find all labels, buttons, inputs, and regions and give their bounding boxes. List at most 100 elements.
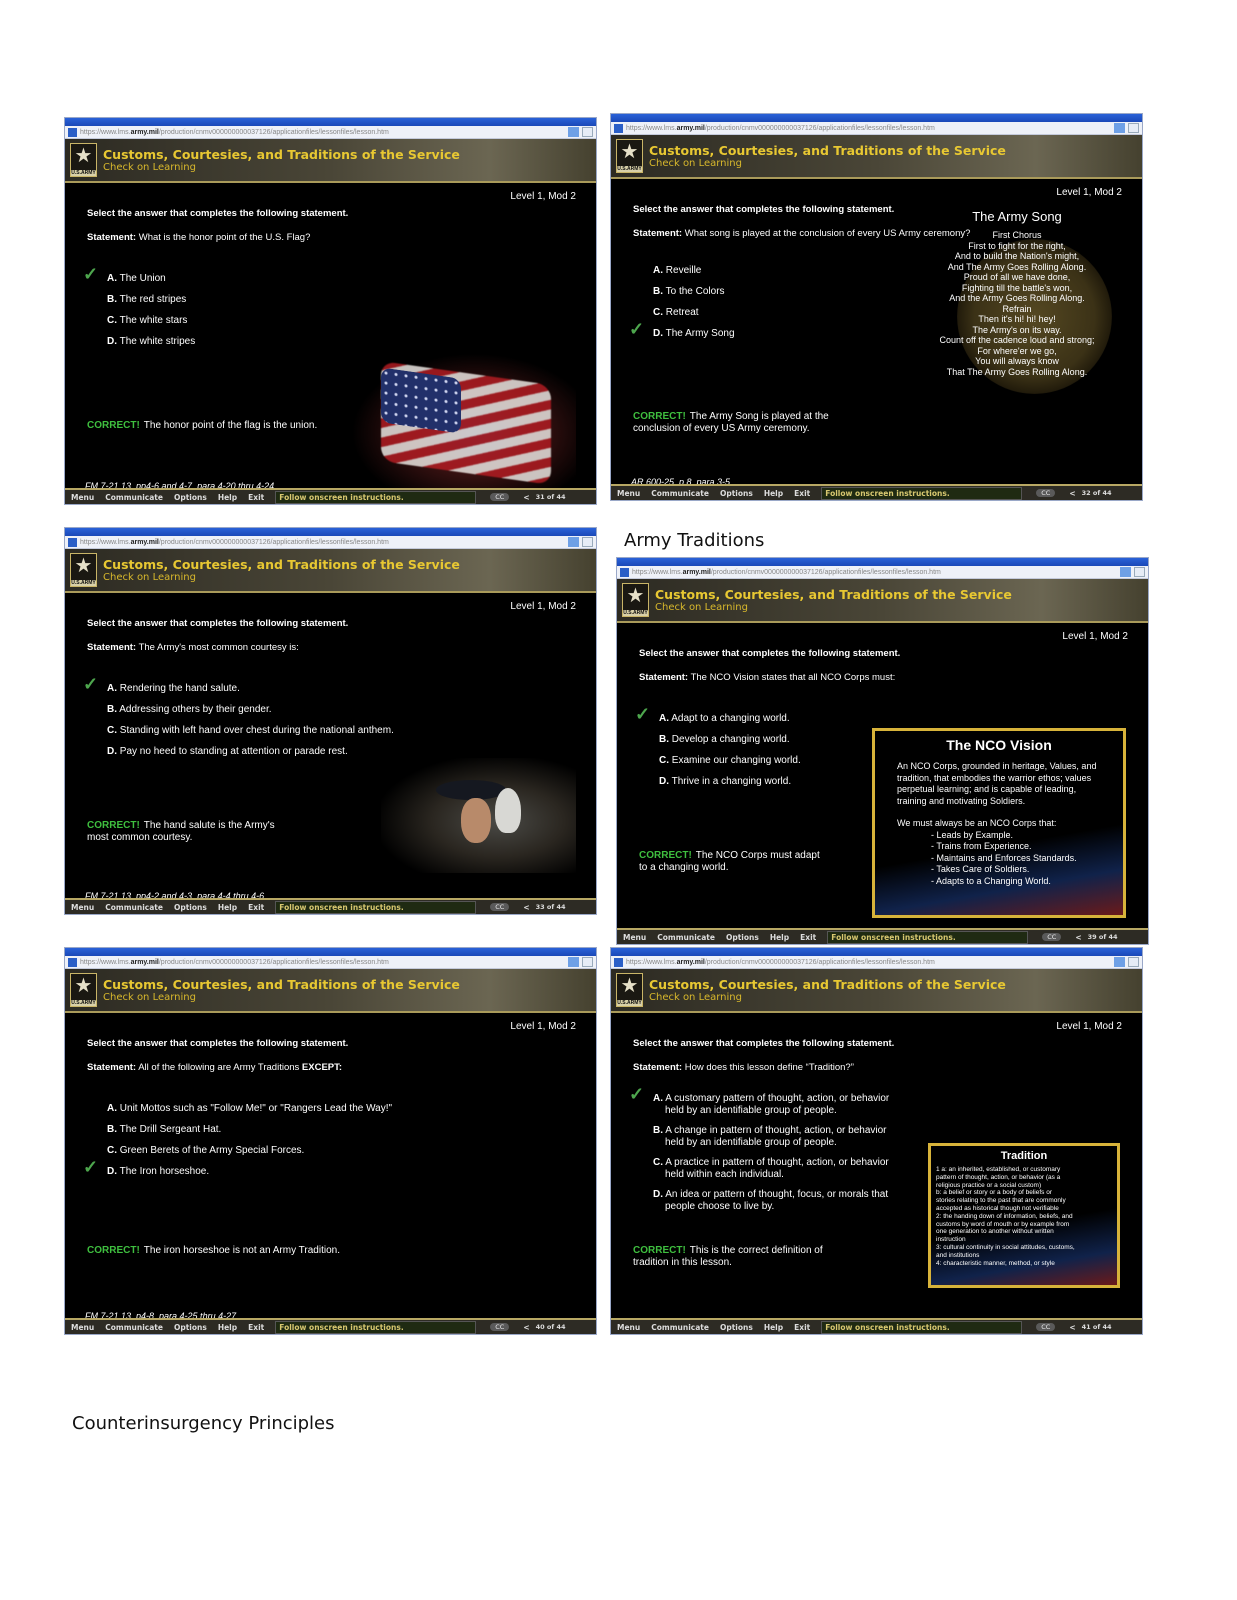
browser-address-bar[interactable]: https://www.lms. army.mil/production/cnmv…	[617, 566, 1148, 579]
exit-button[interactable]: Exit	[800, 933, 816, 942]
options-button[interactable]: Options	[174, 493, 207, 502]
answer-option[interactable]: ✓ A. Rendering the hand salute.	[83, 675, 394, 695]
options-button[interactable]: Options	[726, 933, 759, 942]
section-title: Check on Learning	[655, 602, 748, 613]
answer-option[interactable]: C. Retreat	[653, 307, 735, 319]
answer-option[interactable]: ✓ D. The Army Song	[629, 320, 735, 340]
answer-option[interactable]: A. Unit Mottos such as "Follow Me!" or "…	[107, 1103, 392, 1115]
options-button[interactable]: Options	[720, 489, 753, 498]
checkmark-icon: ✓	[629, 1084, 645, 1104]
answer-option[interactable]: B. The Drill Sergeant Hat.	[107, 1124, 392, 1136]
closed-caption-toggle[interactable]: CC	[490, 903, 510, 911]
refresh-icon[interactable]	[1134, 567, 1145, 577]
option-letter: B.	[653, 1125, 663, 1136]
answer-option[interactable]: C. The white stars	[107, 315, 195, 327]
refresh-icon[interactable]	[582, 957, 593, 967]
logo-caption: U.S.ARMY	[617, 1000, 642, 1006]
answer-option[interactable]: ✓ A. The Union	[83, 265, 195, 285]
compatibility-view-icon[interactable]	[1114, 123, 1125, 133]
refresh-icon[interactable]	[1128, 123, 1139, 133]
exit-button[interactable]: Exit	[248, 493, 264, 502]
screenshot-slide-32: https://www.lms. army.mil/production/cnmv…	[610, 113, 1143, 501]
help-button[interactable]: Help	[218, 903, 237, 912]
answer-option[interactable]: B. The red stripes	[107, 294, 195, 306]
option-letter: C.	[107, 725, 117, 736]
answer-option[interactable]: B. Develop a changing world.	[659, 734, 801, 746]
menu-button[interactable]: Menu	[71, 903, 94, 912]
browser-address-bar[interactable]: https://www.lms. army.mil/production/cnmv…	[65, 536, 596, 549]
previous-page-icon[interactable]: <	[1069, 1323, 1075, 1332]
menu-button[interactable]: Menu	[71, 1323, 94, 1332]
answer-option[interactable]: C. A practice in pattern of thought, act…	[653, 1157, 889, 1181]
definition-line: religious practice or a social custom)	[936, 1181, 1042, 1189]
help-button[interactable]: Help	[764, 1323, 783, 1332]
communicate-button[interactable]: Communicate	[105, 903, 163, 912]
answer-option[interactable]: B. A change in pattern of thought, actio…	[653, 1125, 889, 1149]
options-button[interactable]: Options	[174, 1323, 207, 1332]
menu-button[interactable]: Menu	[71, 493, 94, 502]
menu-button[interactable]: Menu	[617, 1323, 640, 1332]
help-button[interactable]: Help	[764, 489, 783, 498]
answer-option[interactable]: D. An idea or pattern of thought, focus,…	[653, 1189, 889, 1213]
compatibility-view-icon[interactable]	[1120, 567, 1131, 577]
answer-option[interactable]: B. To the Colors	[653, 286, 735, 298]
section-title: Check on Learning	[103, 572, 196, 583]
option-letter: D.	[653, 328, 663, 339]
answer-option[interactable]: B. Addressing others by their gender.	[107, 704, 394, 716]
answer-option[interactable]: C. Examine our changing world.	[659, 755, 801, 767]
answer-option[interactable]: C. Standing with left hand over chest du…	[107, 725, 394, 737]
exit-button[interactable]: Exit	[248, 1323, 264, 1332]
communicate-button[interactable]: Communicate	[651, 1323, 709, 1332]
compatibility-view-icon[interactable]	[568, 127, 579, 137]
previous-page-icon[interactable]: <	[523, 903, 529, 912]
answer-option[interactable]: ✓ A. A customary pattern of thought, acti…	[629, 1085, 889, 1117]
browser-address-bar[interactable]: https://www.lms. army.mil/production/cnmv…	[65, 956, 596, 969]
browser-address-bar[interactable]: https://www.lms. army.mil/production/cnmv…	[611, 122, 1142, 135]
closed-caption-toggle[interactable]: CC	[490, 1323, 510, 1331]
answer-option[interactable]: ✓ D. The Iron horseshoe.	[83, 1158, 392, 1178]
previous-page-icon[interactable]: <	[523, 1323, 529, 1332]
compatibility-view-icon[interactable]	[568, 537, 579, 547]
answer-option[interactable]: D. Thrive in a changing world.	[659, 776, 801, 788]
communicate-button[interactable]: Communicate	[105, 493, 163, 502]
options-button[interactable]: Options	[174, 903, 207, 912]
screenshot-slide-31: https://www.lms. army.mil/production/cnmv…	[64, 117, 597, 505]
browser-address-bar[interactable]: https://www.lms. army.mil/production/cnmv…	[611, 956, 1142, 969]
compatibility-view-icon[interactable]	[1114, 957, 1125, 967]
help-button[interactable]: Help	[218, 493, 237, 502]
slide-content: Level 1, Mod 2 Select the answer that co…	[65, 1013, 596, 1321]
refresh-icon[interactable]	[1128, 957, 1139, 967]
answer-option[interactable]: D. Pay no heed to standing at attention …	[107, 746, 394, 758]
previous-page-icon[interactable]: <	[1075, 933, 1081, 942]
option-letter: D.	[107, 746, 117, 757]
menu-button[interactable]: Menu	[623, 933, 646, 942]
answer-option[interactable]: D. The white stripes	[107, 336, 195, 348]
refresh-icon[interactable]	[582, 537, 593, 547]
exit-button[interactable]: Exit	[794, 1323, 810, 1332]
communicate-button[interactable]: Communicate	[657, 933, 715, 942]
exit-button[interactable]: Exit	[794, 489, 810, 498]
previous-page-icon[interactable]: <	[523, 493, 529, 502]
help-button[interactable]: Help	[218, 1323, 237, 1332]
help-button[interactable]: Help	[770, 933, 789, 942]
slide-content: Level 1, Mod 2 Select the answer that co…	[617, 623, 1148, 923]
closed-caption-toggle[interactable]: CC	[490, 493, 510, 501]
answer-option[interactable]: A. Reveille	[653, 265, 735, 277]
browser-address-bar[interactable]: https://www.lms. army.mil/production/cnmv…	[65, 126, 596, 139]
answer-option[interactable]: C. Green Berets of the Army Special Forc…	[107, 1145, 392, 1157]
communicate-button[interactable]: Communicate	[651, 489, 709, 498]
refresh-icon[interactable]	[582, 127, 593, 137]
options-button[interactable]: Options	[720, 1323, 753, 1332]
course-title: Customs, Courtesies, and Traditions of t…	[103, 977, 460, 992]
closed-caption-toggle[interactable]: CC	[1036, 1323, 1056, 1331]
exit-button[interactable]: Exit	[248, 903, 264, 912]
compatibility-view-icon[interactable]	[568, 957, 579, 967]
menu-button[interactable]: Menu	[617, 489, 640, 498]
answer-option[interactable]: ✓ A. Adapt to a changing world.	[635, 705, 801, 725]
closed-caption-toggle[interactable]: CC	[1042, 933, 1062, 941]
previous-page-icon[interactable]: <	[1069, 489, 1075, 498]
option-text: A change in pattern of thought, action, …	[665, 1125, 887, 1136]
communicate-button[interactable]: Communicate	[105, 1323, 163, 1332]
correct-label: CORRECT!	[87, 420, 140, 431]
closed-caption-toggle[interactable]: CC	[1036, 489, 1056, 497]
